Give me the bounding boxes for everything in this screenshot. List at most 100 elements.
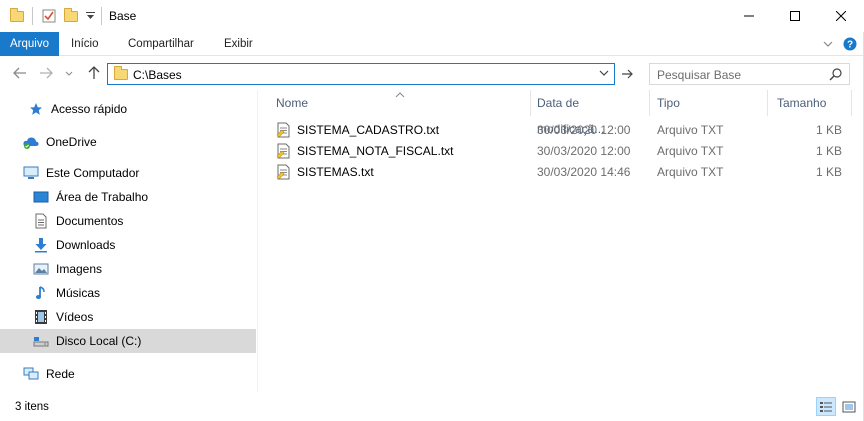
title-bar: Base <box>0 0 864 32</box>
help-icon[interactable]: ? <box>842 32 858 56</box>
folder-icon[interactable] <box>9 7 25 25</box>
nav-item-label: Músicas <box>56 286 101 300</box>
column-header-type[interactable]: Tipo <box>651 90 767 116</box>
file-type: Arquivo TXT <box>657 123 724 137</box>
close-icon <box>836 11 846 21</box>
download-icon <box>32 237 50 253</box>
tab-inicio[interactable]: Início <box>59 32 111 56</box>
chevron-down-icon[interactable] <box>598 67 610 82</box>
navigation-pane: Acesso rápido OneDrive Este Computador Á… <box>0 90 256 392</box>
text-file-icon <box>276 164 290 180</box>
ribbon-tabs: Arquivo Início Compartilhar Exibir ? <box>0 32 864 56</box>
search-icon[interactable] <box>829 67 843 84</box>
column-header-name[interactable]: Nome <box>270 90 530 116</box>
go-button[interactable] <box>617 63 637 85</box>
forward-arrow-icon <box>40 67 53 79</box>
nav-item-label: Disco Local (C:) <box>56 334 142 348</box>
item-count: 3 itens <box>15 401 49 413</box>
text-file-icon <box>276 122 290 138</box>
nav-item-label: Rede <box>46 367 75 381</box>
nav-item-label: Downloads <box>56 238 116 252</box>
minimize-button[interactable] <box>726 0 772 32</box>
nav-item-area-de-trabalho[interactable]: Área de Trabalho <box>32 185 256 209</box>
network-icon <box>22 366 40 382</box>
nav-item-label: Vídeos <box>56 310 94 324</box>
file-list: Nome Data de modificaçã... Tipo Tamanho … <box>258 90 864 392</box>
address-row: C:\Bases Pesquisar Base <box>0 57 864 89</box>
column-divider[interactable] <box>649 90 650 116</box>
arrow-right-icon <box>622 69 633 79</box>
nav-item-label: OneDrive <box>46 135 97 149</box>
large-icons-view-button[interactable] <box>839 397 859 416</box>
pictures-icon <box>32 261 50 277</box>
nav-item-videos[interactable]: Vídeos <box>32 305 256 329</box>
file-date: 30/03/2020 14:46 <box>537 165 631 179</box>
chevron-down-icon <box>65 71 73 76</box>
large-icons-view-icon <box>842 401 856 412</box>
file-size: 1 KB <box>815 165 842 179</box>
column-divider[interactable] <box>767 90 768 116</box>
file-date: 30/03/2020 12:00 <box>537 144 631 158</box>
nav-item-este-computador[interactable]: Este Computador <box>22 161 256 185</box>
file-size: 1 KB <box>815 123 842 137</box>
star-icon <box>27 101 45 117</box>
documents-icon <box>32 213 50 229</box>
nav-item-rede[interactable]: Rede <box>22 362 256 386</box>
details-view-button[interactable] <box>816 397 836 416</box>
file-name: SISTEMAS.txt <box>297 165 374 179</box>
search-placeholder: Pesquisar Base <box>657 68 742 82</box>
tab-exibir[interactable]: Exibir <box>212 32 265 56</box>
nav-item-label: Imagens <box>56 262 103 276</box>
nav-item-acesso-rapido[interactable]: Acesso rápido <box>27 97 256 121</box>
file-name: SISTEMA_CADASTRO.txt <box>297 123 440 137</box>
nav-item-musicas[interactable]: Músicas <box>32 281 256 305</box>
window-title: Base <box>109 9 137 23</box>
nav-item-imagens[interactable]: Imagens <box>32 257 256 281</box>
close-button[interactable] <box>818 0 864 32</box>
videos-icon <box>32 309 50 325</box>
back-arrow-icon <box>13 67 26 79</box>
up-arrow-icon <box>88 66 100 79</box>
new-folder-icon[interactable] <box>63 7 79 25</box>
nav-item-onedrive[interactable]: OneDrive <box>22 130 256 154</box>
divider <box>101 7 102 25</box>
nav-item-label: Este Computador <box>46 166 140 180</box>
minimize-icon <box>744 15 754 17</box>
file-type: Arquivo TXT <box>657 165 724 179</box>
folder-icon <box>114 66 128 80</box>
nav-item-downloads[interactable]: Downloads <box>32 233 256 257</box>
desktop-icon <box>32 189 50 205</box>
cloud-icon <box>22 134 40 150</box>
file-row[interactable]: SISTEMA_CADASTRO.txt 30/03/2020 12:00 Ar… <box>274 120 850 141</box>
column-header-size[interactable]: Tamanho <box>771 90 851 116</box>
status-bar: 3 itens <box>0 392 864 421</box>
nav-item-disco-local[interactable]: Disco Local (C:) <box>0 329 256 353</box>
up-button[interactable] <box>84 63 104 83</box>
drive-icon <box>32 333 50 349</box>
file-name: SISTEMA_NOTA_FISCAL.txt <box>297 144 454 158</box>
recent-locations-button[interactable] <box>62 63 76 83</box>
svg-text:?: ? <box>847 40 853 51</box>
tab-arquivo[interactable]: Arquivo <box>0 32 59 56</box>
file-row[interactable]: SISTEMA_NOTA_FISCAL.txt 30/03/2020 12:00… <box>274 141 850 162</box>
music-icon <box>32 285 50 301</box>
forward-button[interactable] <box>36 63 56 83</box>
nav-item-label: Área de Trabalho <box>56 190 149 204</box>
column-divider[interactable] <box>851 90 852 116</box>
file-row[interactable]: SISTEMAS.txt 30/03/2020 14:46 Arquivo TX… <box>274 162 850 183</box>
text-file-icon <box>276 143 290 159</box>
back-button[interactable] <box>10 63 30 83</box>
file-date: 30/03/2020 12:00 <box>537 123 631 137</box>
properties-icon[interactable] <box>40 7 58 25</box>
tab-compartilhar[interactable]: Compartilhar <box>116 32 206 56</box>
customize-toolbar-icon[interactable] <box>84 7 96 25</box>
column-header-date[interactable]: Data de modificaçã... <box>531 90 649 136</box>
nav-item-documentos[interactable]: Documentos <box>32 209 256 233</box>
search-box[interactable]: Pesquisar Base <box>649 63 850 85</box>
nav-item-label: Documentos <box>56 214 124 228</box>
maximize-button[interactable] <box>772 0 818 32</box>
address-bar[interactable]: C:\Bases <box>107 63 615 85</box>
expand-ribbon-icon[interactable] <box>820 32 836 56</box>
maximize-icon <box>790 11 800 21</box>
divider <box>32 7 33 25</box>
